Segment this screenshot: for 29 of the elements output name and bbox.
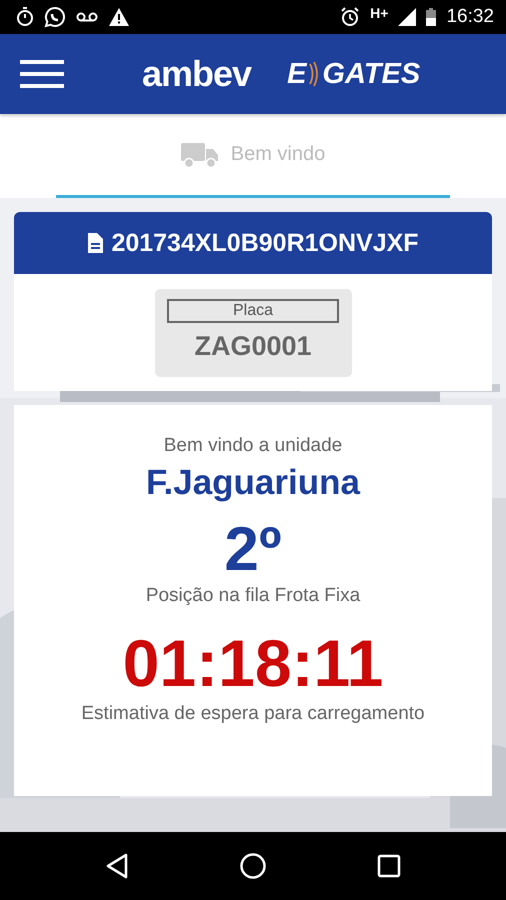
app-logo-letter: E: [287, 58, 306, 90]
warning-icon: [108, 7, 130, 27]
document-icon: [87, 233, 104, 253]
alarm-icon: [340, 7, 360, 27]
clock: 16:32: [446, 6, 494, 28]
welcome-text: Bem vindo a unidade: [164, 435, 342, 457]
chat-icon: [44, 6, 66, 28]
app-logo: GATES: [322, 58, 420, 90]
plate-number: ZAG0001: [194, 330, 312, 362]
plate-label: Placa: [167, 298, 339, 322]
stopwatch-icon: [16, 7, 34, 27]
position-label: Posição na fila Frota Fixa: [146, 585, 360, 607]
battery-icon: [426, 8, 436, 26]
voicemail-icon: [76, 11, 98, 23]
signal-waves-icon: [308, 60, 320, 88]
menu-icon: [20, 59, 64, 89]
home-icon[interactable]: [239, 852, 267, 880]
ticket-code: 201734XL0B90R1ONVJXF: [111, 228, 419, 258]
signal-icon: [398, 8, 416, 26]
unit-name: F.Jaguariuna: [146, 463, 360, 503]
wait-label: Estimativa de espera para carregamento: [81, 703, 425, 725]
queue-position: 2º: [224, 515, 282, 585]
brand-logo: ambev: [142, 53, 252, 95]
back-icon[interactable]: [105, 853, 129, 879]
network-type: H+: [370, 5, 388, 21]
recents-icon[interactable]: [377, 854, 401, 878]
menu-button[interactable]: [20, 59, 64, 89]
wait-time: 01:18:11: [122, 625, 384, 702]
truck-icon: [180, 140, 219, 168]
